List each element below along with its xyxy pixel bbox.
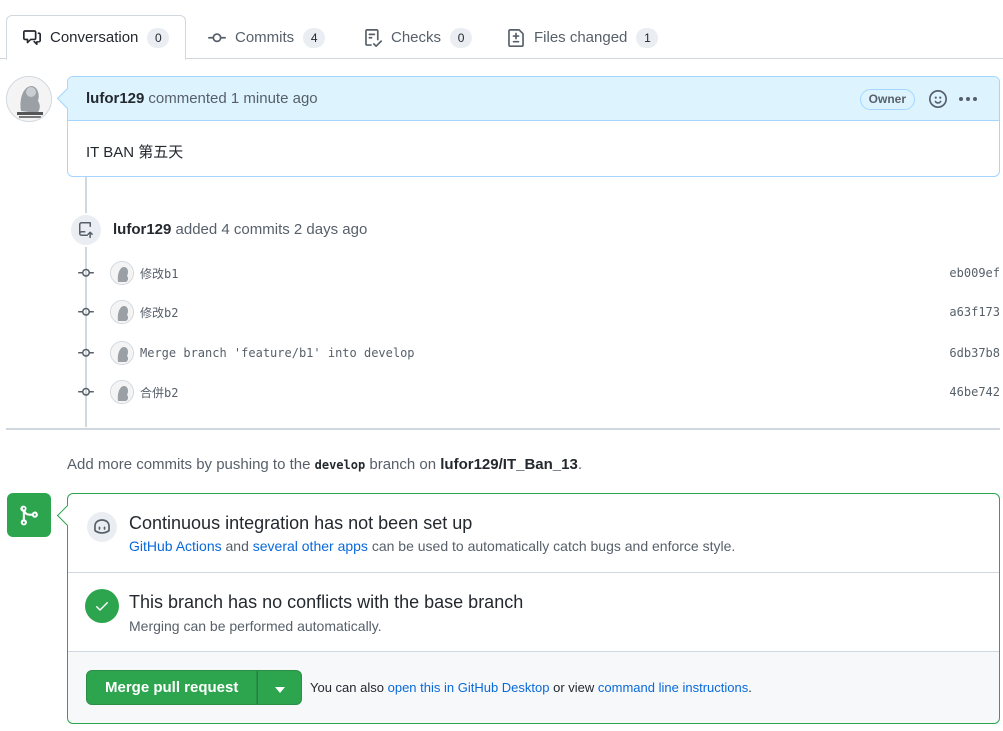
comment-author[interactable]: lufor129 xyxy=(86,90,144,107)
git-commit-icon xyxy=(76,263,96,283)
file-diff-icon xyxy=(507,28,525,47)
checklist-icon xyxy=(364,28,382,47)
other-apps-link[interactable]: several other apps xyxy=(253,538,368,554)
check-icon xyxy=(85,589,119,623)
tab-label: Commits xyxy=(235,29,295,46)
comment-discussion-icon xyxy=(23,29,41,47)
hint-prefix: Add more commits by pushing to the xyxy=(67,456,311,473)
git-commit-icon xyxy=(76,343,96,363)
avatar[interactable] xyxy=(110,300,134,324)
github-actions-link[interactable]: GitHub Actions xyxy=(129,538,222,554)
commit-row: Merge branch 'feature/b1' into develop 6… xyxy=(76,340,1000,366)
ci-title: Continuous integration has not been set … xyxy=(129,513,473,533)
hint-suffix: . xyxy=(577,456,582,473)
hint-middle: branch on xyxy=(369,456,437,473)
avatar[interactable] xyxy=(110,380,134,404)
conflicts-subtitle: Merging can be performed automatically. xyxy=(129,618,382,634)
commit-message[interactable]: 修改b2 xyxy=(140,304,178,321)
commit-row: 修改b2 a63f173 xyxy=(76,299,1000,325)
push-author[interactable]: lufor129 xyxy=(113,221,171,238)
conflicts-title: This branch has no conflicts with the ba… xyxy=(129,592,524,612)
github-desktop-link[interactable]: open this in GitHub Desktop xyxy=(388,680,550,695)
pr-tabs: Conversation 0 Commits 4 Checks 0 Files … xyxy=(0,0,1003,60)
git-merge-icon xyxy=(7,493,51,537)
tab-counter: 0 xyxy=(450,27,473,48)
commit-message[interactable]: 修改b1 xyxy=(140,265,178,282)
also-suffix: . xyxy=(748,680,752,695)
comment-header: lufor129 commented 1 minute ago Owner xyxy=(68,77,999,121)
or-view: or view xyxy=(553,680,595,695)
tab-label: Checks xyxy=(391,29,442,46)
merge-actions: Merge pull request You can also open thi… xyxy=(68,652,999,723)
merge-box: Continuous integration has not been set … xyxy=(67,493,1000,724)
git-commit-icon xyxy=(76,302,96,322)
timeline-divider xyxy=(6,428,1000,430)
command-line-link[interactable]: command line instructions xyxy=(598,680,748,695)
push-event-text: lufor129 added 4 commits 2 days ago xyxy=(113,221,367,238)
tab-label: Files changed xyxy=(534,29,628,46)
tab-files-changed[interactable]: Files changed 1 xyxy=(491,15,674,60)
tab-label: Conversation xyxy=(50,29,139,46)
merge-button-group: Merge pull request xyxy=(86,670,303,705)
comment-body: IT BAN 第五天 xyxy=(86,144,184,161)
repo-name: lufor129/IT_Ban_13 xyxy=(440,456,578,473)
ci-robot-icon xyxy=(87,512,117,542)
comment-action: commented xyxy=(148,90,227,107)
tab-commits[interactable]: Commits 4 xyxy=(192,15,341,60)
tab-counter: 1 xyxy=(636,27,659,48)
repo-push-icon xyxy=(69,213,103,247)
commit-message[interactable]: 合併b2 xyxy=(140,384,178,401)
owner-badge: Owner xyxy=(859,89,915,110)
merge-options-dropdown[interactable] xyxy=(257,670,303,705)
comment-box: lufor129 commented 1 minute ago Owner IT… xyxy=(67,76,1000,177)
commit-sha[interactable]: 6db37b8 xyxy=(949,346,1000,360)
commit-row: 修改b1 eb009ef xyxy=(76,260,1000,286)
avatar[interactable] xyxy=(110,261,134,285)
kebab-horizontal-icon[interactable] xyxy=(957,89,979,109)
git-commit-icon xyxy=(76,382,96,402)
ci-section: Continuous integration has not been set … xyxy=(68,494,999,573)
commit-row: 合併b2 46be742 xyxy=(76,379,1000,405)
push-description: added 4 commits 2 days ago xyxy=(175,221,368,238)
avatar[interactable] xyxy=(110,341,134,365)
branch-name: develop xyxy=(314,458,366,472)
ci-description: GitHub Actions and several other apps ca… xyxy=(129,538,735,554)
push-hint: Add more commits by pushing to the devel… xyxy=(67,456,582,473)
ci-and: and xyxy=(225,538,249,554)
merge-pull-request-button[interactable]: Merge pull request xyxy=(86,670,258,705)
commit-message[interactable]: Merge branch 'feature/b1' into develop xyxy=(140,346,415,360)
comment-time[interactable]: 1 minute ago xyxy=(231,90,318,107)
avatar[interactable] xyxy=(6,76,52,122)
tab-checks[interactable]: Checks 0 xyxy=(348,15,488,60)
tab-counter: 4 xyxy=(303,27,326,48)
tab-conversation[interactable]: Conversation 0 xyxy=(6,15,187,60)
merge-alternatives: You can also open this in GitHub Desktop… xyxy=(310,680,752,695)
conflicts-section: This branch has no conflicts with the ba… xyxy=(68,573,999,652)
tab-counter: 0 xyxy=(147,27,170,48)
git-commit-icon xyxy=(208,29,226,47)
commit-sha[interactable]: 46be742 xyxy=(949,385,1000,399)
commit-sha[interactable]: eb009ef xyxy=(949,266,1000,280)
smiley-icon[interactable] xyxy=(929,90,947,108)
ci-rest: can be used to automatically catch bugs … xyxy=(371,538,736,554)
also-prefix: You can also xyxy=(310,680,384,695)
triangle-down-icon xyxy=(274,680,285,696)
commit-sha[interactable]: a63f173 xyxy=(949,305,1000,319)
